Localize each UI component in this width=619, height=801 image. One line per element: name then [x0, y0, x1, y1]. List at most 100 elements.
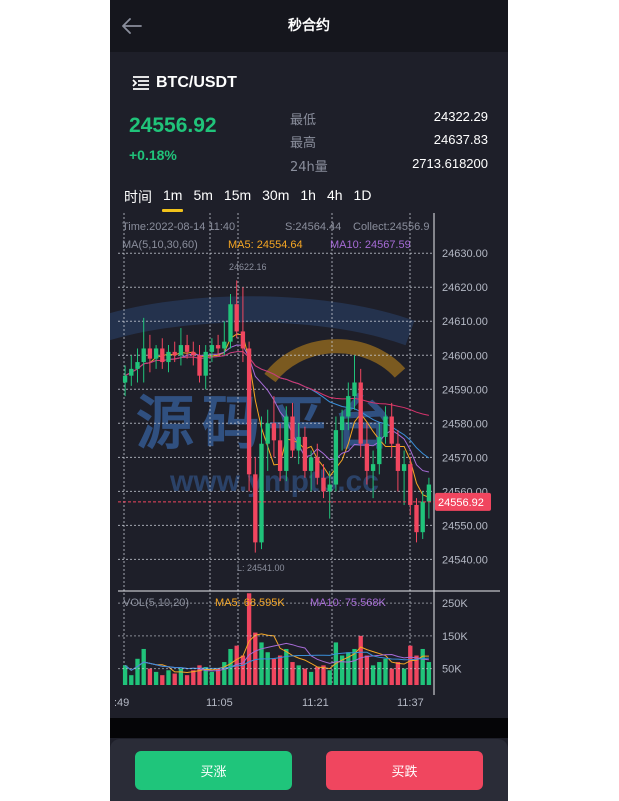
volume-bar: [166, 670, 171, 685]
candle-body: [346, 396, 351, 417]
last-price: 24556.92: [129, 114, 217, 137]
candle-body: [339, 416, 345, 431]
candle-body: [296, 436, 301, 451]
candle-body: [395, 443, 401, 471]
min-price-label: L: 24541.00: [237, 563, 285, 573]
volume-bar: [302, 668, 308, 685]
price-tick-label: 24540.00: [442, 554, 488, 566]
candle-body: [327, 484, 332, 492]
volume-bar: [284, 648, 289, 685]
price-tick-label: 24590.00: [442, 384, 488, 396]
candle-body: [408, 464, 413, 505]
volume-bar: [315, 666, 320, 685]
volume-bar: [191, 670, 196, 685]
volume-bar: [364, 655, 370, 685]
volume-bar: [129, 675, 134, 685]
candle-body: [184, 345, 190, 352]
watermark-arc: [264, 339, 406, 383]
candle-body: [240, 331, 246, 349]
ma10-label: MA10: 24567.59: [330, 239, 411, 251]
volume-bar: [184, 675, 190, 685]
candle-body: [277, 440, 283, 471]
candle-body: [426, 484, 432, 502]
candle-body: [129, 368, 134, 376]
candle-body: [153, 348, 159, 359]
candle-body: [315, 457, 320, 478]
price-tick-label: 24550.00: [442, 520, 488, 532]
candle-body: [352, 382, 357, 397]
current-price-tag: 24556.92: [438, 497, 484, 509]
candle-body: [302, 436, 308, 471]
buy-down-button[interactable]: 买跌: [326, 751, 483, 790]
candle-body: [203, 351, 208, 376]
volume-bar: [358, 635, 363, 685]
volume-bar: [172, 673, 177, 685]
candle-body: [358, 382, 363, 444]
volume-bar: [209, 671, 215, 685]
candle-body: [222, 341, 227, 349]
kline-s: S:24564.44: [285, 221, 341, 233]
candle-body: [191, 351, 196, 356]
price-tick-label: 24600.00: [442, 350, 488, 362]
candle-body: [122, 375, 128, 383]
watermark-url: www.ymptb.cc: [169, 465, 379, 498]
stat-volume-value: 2713.618200: [412, 156, 488, 171]
candle-body: [197, 355, 202, 376]
price-tick-label: 24630.00: [442, 248, 488, 260]
volume-bar: [153, 671, 159, 685]
price-change-percent: +0.18%: [129, 147, 177, 163]
time-tick-label: :49: [114, 697, 129, 709]
candle-body: [284, 416, 289, 471]
volume-bar: [389, 668, 394, 685]
menu-icon[interactable]: [132, 75, 150, 91]
vol-tick-label: 150K: [442, 631, 468, 643]
candle-body: [383, 416, 388, 437]
candle-body: [420, 501, 425, 533]
volume-bar: [253, 632, 258, 685]
candle-body: [160, 348, 165, 363]
volume-bar: [420, 648, 425, 685]
top-bar: 秒合约: [110, 0, 508, 52]
tab-1h[interactable]: 1h: [300, 187, 316, 209]
tab-15m[interactable]: 15m: [224, 187, 251, 209]
tab-1d[interactable]: 1D: [354, 187, 372, 209]
stat-volume-label: 24h量: [290, 160, 328, 175]
ma5-label: MA5: 24554.64: [228, 239, 303, 251]
tab-30m[interactable]: 30m: [262, 187, 289, 209]
kline-chart[interactable]: 源码平台www.ymptb.cc Time:2022-08-14 11:40 S…: [110, 213, 508, 713]
volume-bar: [277, 655, 283, 685]
candle-body: [389, 416, 394, 444]
candle-body: [321, 477, 326, 492]
volume-bar: [408, 645, 413, 685]
candle-body: [401, 464, 407, 471]
candle-body: [271, 423, 277, 441]
volume-bar: [308, 671, 314, 685]
buy-up-button[interactable]: 买涨: [135, 751, 292, 790]
candle-body: [333, 430, 339, 485]
tab-time[interactable]: 时间: [124, 187, 152, 209]
volume-bar: [383, 658, 388, 685]
candle-body: [215, 345, 221, 349]
pair-name: BTC/USDT: [156, 74, 237, 91]
tab-5m[interactable]: 5m: [193, 187, 212, 209]
candle-body: [265, 423, 270, 444]
tab-4h[interactable]: 4h: [327, 187, 343, 209]
pair-selector[interactable]: BTC/USDT: [132, 72, 237, 94]
stat-low-value: 24322.29: [433, 109, 488, 124]
volume-bar: [160, 675, 165, 685]
max-price-label: 24622.16: [229, 262, 267, 272]
time-tick-label: 11:05: [206, 697, 233, 709]
tab-1m[interactable]: 1m: [161, 187, 184, 212]
page-title: 秒合约: [288, 18, 330, 34]
time-tick-label: 11:37: [397, 697, 424, 709]
volume-bar: [222, 662, 227, 685]
stat-high: 最高 24637.83: [290, 132, 488, 152]
time-tick-label: 11:21: [302, 697, 329, 709]
candle-body: [178, 345, 184, 356]
price-tick-label: 24580.00: [442, 418, 488, 430]
kline-time: Time:2022-08-14 11:40: [122, 221, 235, 233]
candle-body: [290, 416, 295, 451]
volume-bar: [135, 658, 140, 685]
volume-bar: [327, 670, 332, 685]
volume-bar: [426, 662, 432, 685]
